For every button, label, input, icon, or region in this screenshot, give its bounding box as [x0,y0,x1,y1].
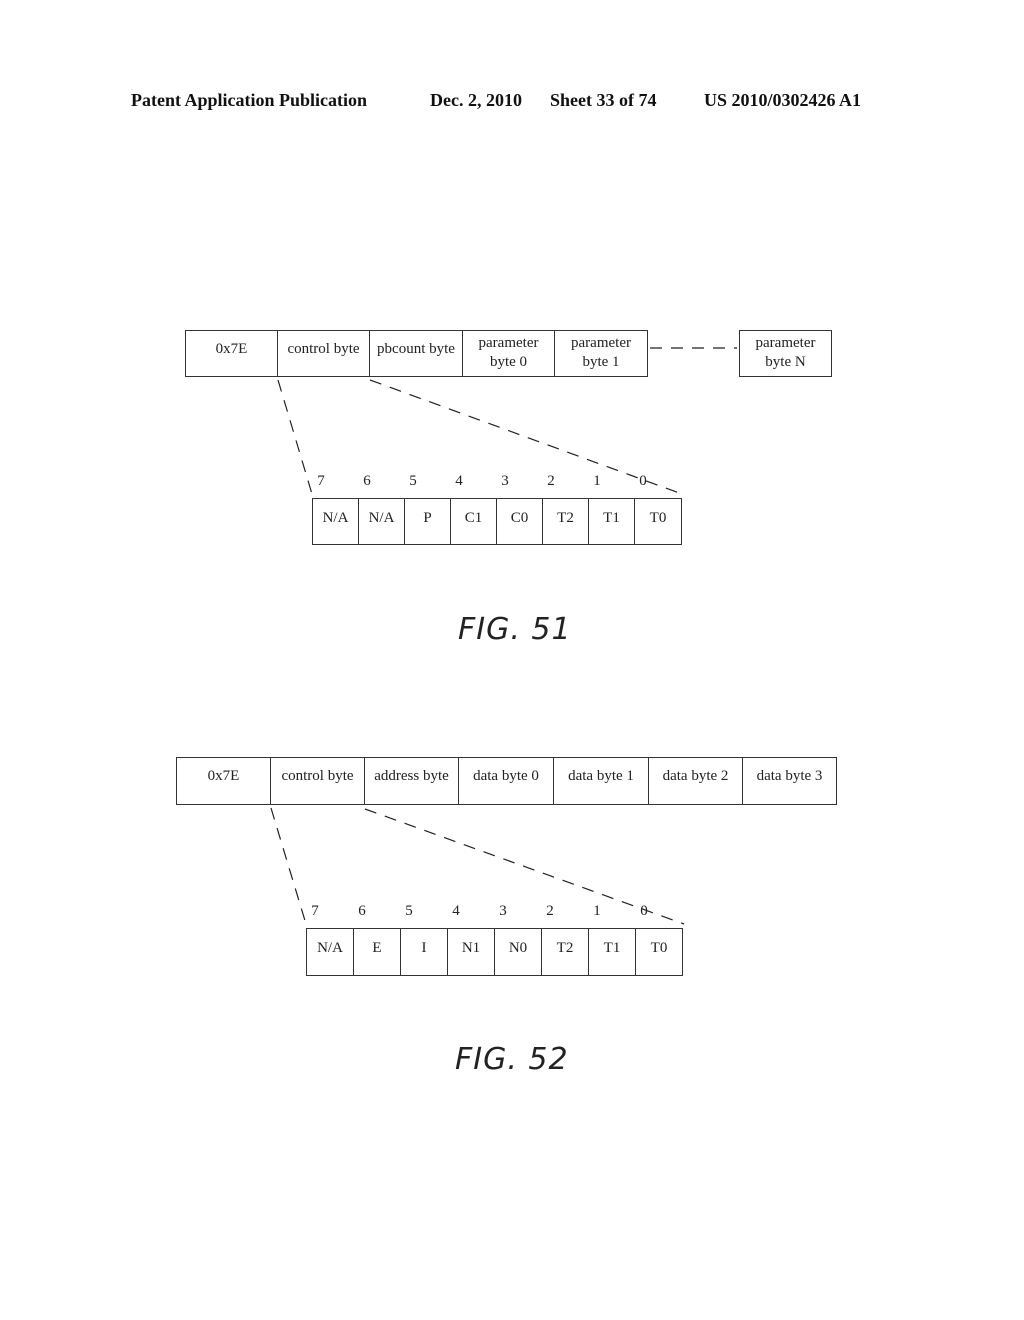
fig51-expand-left-line [277,379,313,495]
fig52-expand-left-line [270,807,307,925]
fig52-expand-right-line [364,808,685,925]
connector-lines [270,347,737,925]
fig51-expand-right-line [369,379,683,495]
